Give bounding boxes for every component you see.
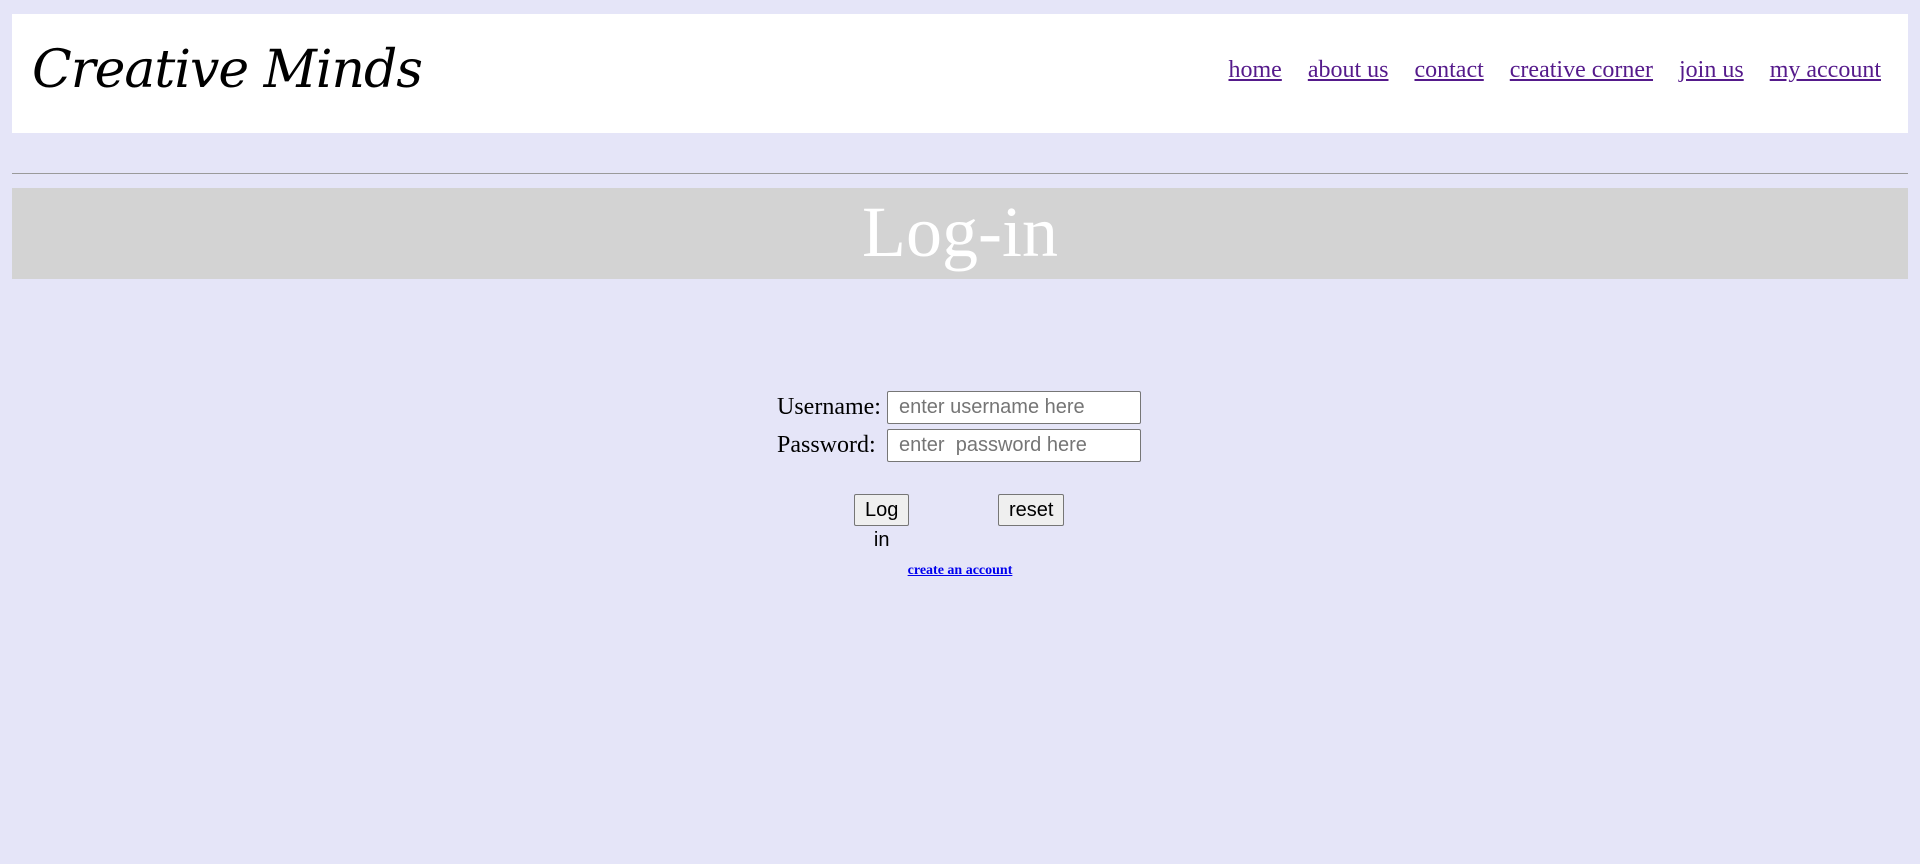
create-account-link[interactable]: create an account <box>908 563 1013 578</box>
nav-link-about-us[interactable]: about us <box>1308 58 1389 82</box>
login-button[interactable]: Log in <box>854 494 910 551</box>
reset-button[interactable]: reset <box>998 494 1065 526</box>
nav-link-creative-corner[interactable]: creative corner <box>1510 58 1653 82</box>
nav-link-my-account[interactable]: my account <box>1770 58 1881 82</box>
main-nav: home about us contact creative corner jo… <box>1202 58 1881 82</box>
page-title: Log-in <box>862 191 1058 272</box>
nav-link-home[interactable]: home <box>1228 58 1281 82</box>
site-header: Creative Minds home about us contact cre… <box>12 14 1908 133</box>
username-input[interactable] <box>887 391 1141 424</box>
site-logo: Creative Minds <box>32 40 423 100</box>
title-banner: Log-in <box>12 188 1908 279</box>
password-label: Password: <box>777 432 876 458</box>
username-label: Username: <box>777 394 881 420</box>
password-input[interactable] <box>887 429 1141 462</box>
horizontal-divider <box>12 173 1908 174</box>
create-account-container: create an account <box>0 563 1920 579</box>
nav-link-join-us[interactable]: join us <box>1679 58 1744 82</box>
nav-link-contact[interactable]: contact <box>1414 58 1483 82</box>
